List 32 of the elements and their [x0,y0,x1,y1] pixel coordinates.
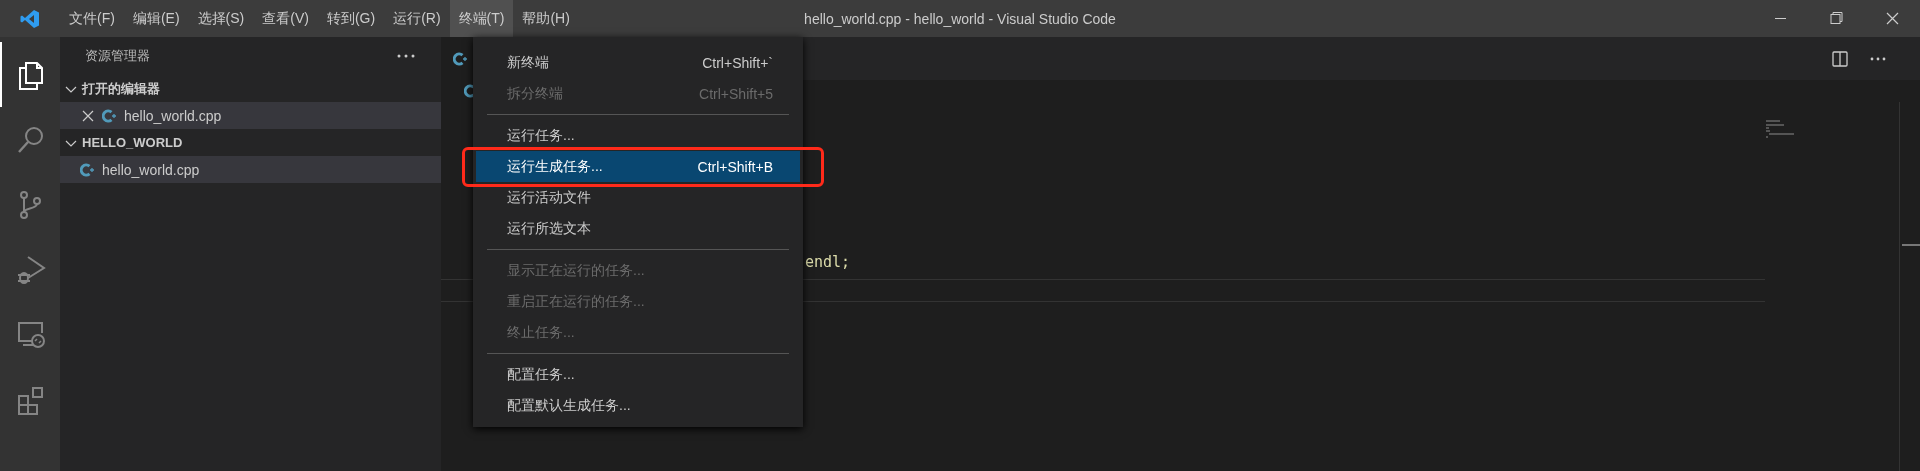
sidebar-title: 资源管理器 [85,47,150,65]
menu-item[interactable]: 选择(S) [188,0,254,37]
menu-item[interactable]: 配置默认生成任务... [473,390,803,421]
file-item[interactable]: hello_world.cpp [60,156,441,183]
menu-item[interactable]: 运行任务... [473,120,803,151]
section-header[interactable]: HELLO_WORLD [82,135,183,150]
menu-item[interactable]: 转到(G) [317,0,385,37]
app-logo-icon [20,8,40,29]
menu-item[interactable]: 查看(V) [253,0,318,37]
cpp-file-icon [80,162,94,177]
menu-item[interactable]: 配置任务... [473,359,803,390]
more-icon[interactable] [1870,56,1886,61]
more-icon[interactable] [397,54,415,58]
section-header[interactable]: 打开的编辑器 [82,79,160,98]
menu-item[interactable]: 运行所选文本 [473,213,803,244]
menu-item[interactable]: 终端(T) [449,0,514,37]
scrollbar-thumb[interactable] [1902,244,1920,246]
cpp-file-icon [102,108,116,123]
menu-item[interactable]: 运行(R) [384,0,450,37]
split-editor-icon[interactable] [1832,50,1848,67]
menu-item[interactable]: 文件(F) [60,0,124,37]
window-title: hello_world.cpp - hello_world - Visual Studio Code [804,10,1116,27]
close-icon[interactable] [82,109,94,122]
menu-item[interactable]: 帮助(H) [513,0,579,37]
menu-item[interactable]: 编辑(E) [123,0,189,37]
file-item[interactable]: hello_world.cpp [60,102,441,129]
run-debug-icon[interactable] [15,253,47,286]
menu-item[interactable]: 新终端 Ctrl+Shift+` [473,47,803,78]
menu-item[interactable]: 运行生成任务... Ctrl+Shift+B [476,151,800,182]
menu-item[interactable]: 运行活动文件 [473,182,803,213]
code-line: endl; [805,252,851,272]
cpp-file-icon [453,51,467,66]
